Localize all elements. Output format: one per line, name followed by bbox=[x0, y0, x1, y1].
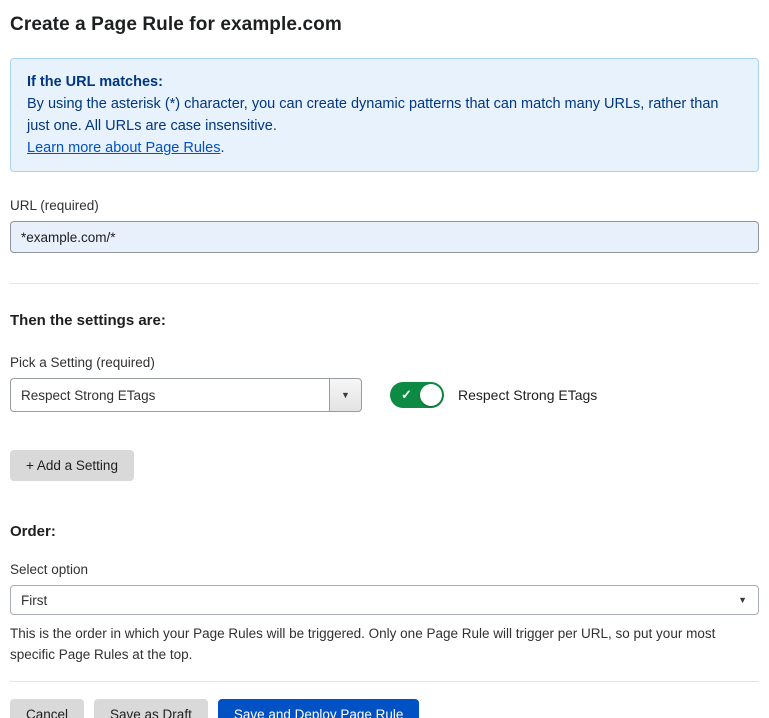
setting-toggle-label: Respect Strong ETags bbox=[458, 387, 597, 403]
page-title: Create a Page Rule for example.com bbox=[10, 14, 759, 36]
page-rule-form: Create a Page Rule for example.com If th… bbox=[0, 0, 769, 718]
check-icon: ✓ bbox=[401, 387, 412, 403]
save-as-draft-button[interactable]: Save as Draft bbox=[94, 699, 208, 718]
link-period: . bbox=[220, 140, 224, 156]
order-help-text: This is the order in which your Page Rul… bbox=[10, 623, 752, 665]
info-box-body: By using the asterisk (*) character, you… bbox=[27, 93, 742, 137]
cancel-button[interactable]: Cancel bbox=[10, 699, 84, 718]
chevron-down-icon: ▼ bbox=[738, 596, 747, 605]
learn-more-link[interactable]: Learn more about Page Rules bbox=[27, 140, 220, 156]
order-heading: Order: bbox=[10, 523, 759, 540]
add-setting-button[interactable]: + Add a Setting bbox=[10, 450, 134, 481]
order-select[interactable]: First ▼ bbox=[10, 585, 759, 615]
chevron-down-icon: ▼ bbox=[341, 391, 350, 400]
url-field-label: URL (required) bbox=[10, 198, 759, 213]
setting-dropdown-caret-button[interactable]: ▼ bbox=[329, 378, 362, 412]
section-divider bbox=[10, 283, 759, 284]
setting-toggle[interactable]: ✓ bbox=[390, 382, 444, 408]
pick-setting-label: Pick a Setting (required) bbox=[10, 355, 759, 370]
save-and-deploy-button[interactable]: Save and Deploy Page Rule bbox=[218, 699, 420, 718]
footer-actions: Cancel Save as Draft Save and Deploy Pag… bbox=[10, 681, 759, 718]
url-match-info-box: If the URL matches: By using the asteris… bbox=[10, 58, 759, 172]
info-box-link-line: Learn more about Page Rules. bbox=[27, 137, 742, 159]
toggle-knob[interactable] bbox=[420, 384, 442, 406]
setting-row: Respect Strong ETags ▼ ✓ Respect Strong … bbox=[10, 378, 759, 412]
url-input[interactable] bbox=[10, 221, 759, 253]
order-select-value: First bbox=[21, 593, 47, 608]
info-box-heading: If the URL matches: bbox=[27, 71, 742, 93]
setting-dropdown-value[interactable]: Respect Strong ETags bbox=[10, 378, 329, 412]
order-select-label: Select option bbox=[10, 562, 759, 577]
settings-heading: Then the settings are: bbox=[10, 312, 759, 329]
setting-dropdown[interactable]: Respect Strong ETags ▼ bbox=[10, 378, 362, 412]
